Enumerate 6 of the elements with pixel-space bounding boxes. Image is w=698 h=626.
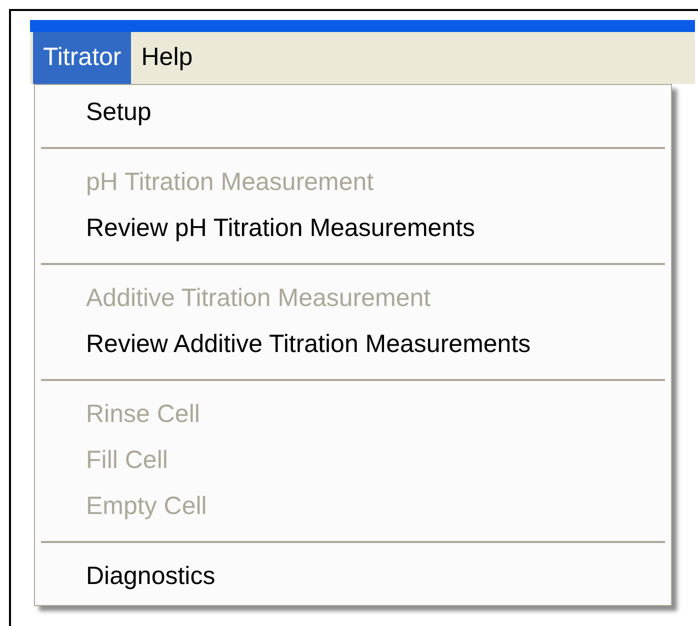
menu-item[interactable]: Review pH Titration Measurements	[35, 206, 671, 252]
menu-item[interactable]: Diagnostics	[35, 554, 671, 600]
menu-bar-item[interactable]: Titrator	[33, 32, 132, 84]
menu-item[interactable]: Review Additive Titration Measurements	[35, 322, 671, 368]
menu-bar-item[interactable]: Help	[131, 32, 203, 84]
menu-item[interactable]: Setup	[35, 90, 671, 136]
